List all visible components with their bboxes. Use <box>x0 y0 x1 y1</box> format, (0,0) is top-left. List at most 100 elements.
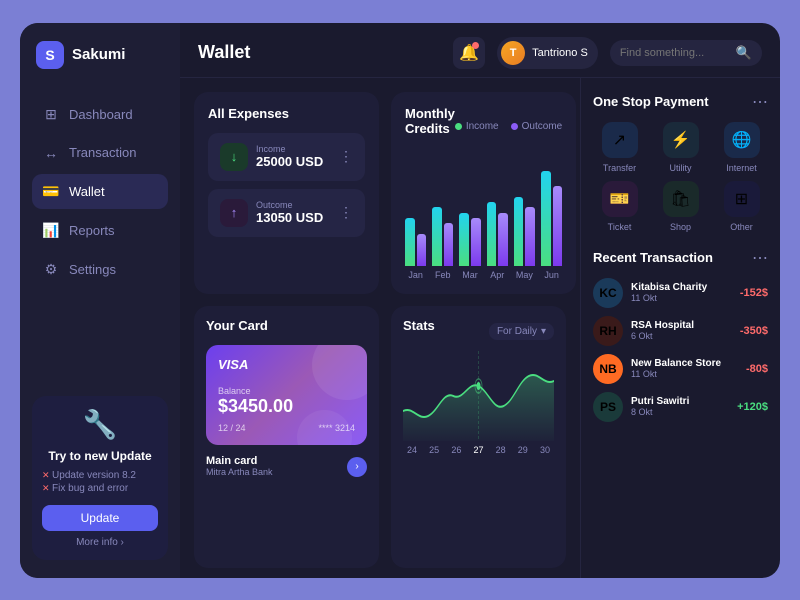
user-profile[interactable]: T Tantriono S <box>497 37 598 69</box>
outcome-bar <box>553 186 563 265</box>
txn-date: 11 Okt <box>631 293 732 303</box>
card-info: Main card Mitra Artha Bank › <box>206 455 367 477</box>
transaction-item[interactable]: KC Kitabisa Charity 11 Okt -152$ <box>593 278 768 308</box>
payment-item-shop[interactable]: 🛍 Shop <box>654 181 707 232</box>
payment-more[interactable]: ⋯ <box>752 92 768 112</box>
monthly-title: Monthly Credits <box>405 106 455 136</box>
visa-logo: VISA <box>218 357 355 372</box>
income-bar <box>514 197 524 266</box>
notification-button[interactable]: 🔔 <box>453 37 485 69</box>
card-expiry: 12 / 24 <box>218 423 246 433</box>
chart-group-feb <box>432 207 453 265</box>
bar-chart <box>405 156 562 266</box>
income-bar <box>459 213 469 266</box>
stats-label: 28 <box>496 445 506 455</box>
stats-label: 27 <box>473 445 483 455</box>
logo-text: Sakumi <box>72 46 125 63</box>
one-stop-payment: One Stop Payment ⋯ ↗ Transfer ⚡ Utility … <box>593 92 768 236</box>
card-number: **** 3214 <box>318 423 355 433</box>
chart-label-jan: Jan <box>405 270 426 280</box>
chart-label-may: May <box>514 270 535 280</box>
payment-label: Ticket <box>608 222 632 232</box>
income-bar <box>487 202 497 265</box>
sidebar-item-wallet[interactable]: 💳Wallet <box>32 174 168 209</box>
txn-amount: +120$ <box>737 401 768 413</box>
outcome-item: ↑ Outcome 13050 USD ⋮ <box>208 189 365 237</box>
txn-avatar: KC <box>593 278 623 308</box>
more-info-link[interactable]: More info › <box>42 537 158 548</box>
payment-item-transfer[interactable]: ↗ Transfer <box>593 122 646 173</box>
header-right: 🔔 T Tantriono S 🔍 <box>453 37 762 69</box>
transactions-more[interactable]: ⋯ <box>752 248 768 268</box>
stats-filter[interactable]: For Daily ▾ <box>489 323 554 340</box>
chart-label-mar: Mar <box>459 270 480 280</box>
income-menu[interactable]: ⋮ <box>339 148 353 165</box>
chart-label-apr: Apr <box>487 270 508 280</box>
txn-date: 8 Okt <box>631 407 729 417</box>
chart-labels: JanFebMarAprMayJun <box>405 270 562 280</box>
txn-date: 6 Okt <box>631 331 732 341</box>
payment-item-other[interactable]: ⊞ Other <box>715 181 768 232</box>
income-bar <box>432 207 442 265</box>
notification-dot <box>472 42 479 49</box>
txn-amount: -350$ <box>740 325 768 337</box>
stats-section: Stats For Daily ▾ <box>391 306 566 568</box>
avatar: T <box>501 41 525 65</box>
sidebar-item-settings[interactable]: ⚙Settings <box>32 252 168 287</box>
expenses-title: All Expenses <box>208 106 365 121</box>
stats-label: 30 <box>540 445 550 455</box>
txn-info: RSA Hospital 6 Okt <box>631 320 732 341</box>
txn-avatar: PS <box>593 392 623 422</box>
update-button[interactable]: Update <box>42 505 158 531</box>
txn-avatar: RH <box>593 316 623 346</box>
payment-label: Transfer <box>603 163 636 173</box>
update-list-item: Update version 8.2 <box>42 469 158 482</box>
sidebar-item-transaction[interactable]: ↔Transaction <box>32 136 168 170</box>
outcome-bar <box>417 234 427 266</box>
transaction-item[interactable]: RH RSA Hospital 6 Okt -350$ <box>593 316 768 346</box>
transaction-item[interactable]: NB New Balance Store 11 Okt -80$ <box>593 354 768 384</box>
sidebar-item-reports[interactable]: 📊Reports <box>32 213 168 248</box>
payment-icon: ⊞ <box>724 181 760 217</box>
outcome-icon: ↑ <box>220 199 248 227</box>
search-bar: 🔍 <box>610 40 762 66</box>
stats-label: 25 <box>429 445 439 455</box>
income-icon: ↓ <box>220 143 248 171</box>
update-icon: 🔧 <box>42 408 158 441</box>
chart-group-jan <box>405 218 426 266</box>
outcome-bar <box>444 223 454 265</box>
top-row: All Expenses ↓ Income 25000 USD ⋮ <box>194 92 566 294</box>
txn-info: Kitabisa Charity 11 Okt <box>631 282 732 303</box>
payment-item-internet[interactable]: 🌐 Internet <box>715 122 768 173</box>
transaction-item[interactable]: PS Putri Sawitri 8 Okt +120$ <box>593 392 768 422</box>
payment-item-utility[interactable]: ⚡ Utility <box>654 122 707 173</box>
payment-icon: 🌐 <box>724 122 760 158</box>
body-area: All Expenses ↓ Income 25000 USD ⋮ <box>180 78 780 578</box>
sidebar: S Sakumi ⊞Dashboard ↔Transaction 💳Wallet 📊R… <box>20 23 180 578</box>
txn-name: Putri Sawitri <box>631 396 729 407</box>
payment-grid: ↗ Transfer ⚡ Utility 🌐 Internet 🎫 Ticket… <box>593 122 768 232</box>
search-input[interactable] <box>620 47 730 59</box>
user-name: Tantriono S <box>532 47 588 59</box>
stats-labels: 24252627282930 <box>403 445 554 455</box>
income-bar <box>541 171 551 266</box>
page-title: Wallet <box>198 42 453 63</box>
card-next-button[interactable]: › <box>347 457 367 477</box>
chart-group-may <box>514 197 535 266</box>
payment-item-ticket[interactable]: 🎫 Ticket <box>593 181 646 232</box>
logo-icon: S <box>36 41 64 69</box>
payment-label: Shop <box>670 222 691 232</box>
outcome-amount: 13050 USD <box>256 210 323 225</box>
sidebar-item-dashboard[interactable]: ⊞Dashboard <box>32 97 168 132</box>
app-container: S Sakumi ⊞Dashboard ↔Transaction 💳Wallet 📊R… <box>20 23 780 578</box>
outcome-bar <box>525 207 535 265</box>
search-icon[interactable]: 🔍 <box>736 45 752 61</box>
payment-icon: 🛍 <box>663 181 699 217</box>
center-panel: All Expenses ↓ Income 25000 USD ⋮ <box>180 78 580 578</box>
bottom-row: Your Card VISA Balance $3450.00 12 / 24 … <box>194 306 566 568</box>
update-title: Try to new Update <box>42 449 158 463</box>
payment-icon: ↗ <box>602 122 638 158</box>
outcome-menu[interactable]: ⋮ <box>339 204 353 221</box>
income-label: Income <box>256 144 323 154</box>
txn-amount: -80$ <box>746 363 768 375</box>
